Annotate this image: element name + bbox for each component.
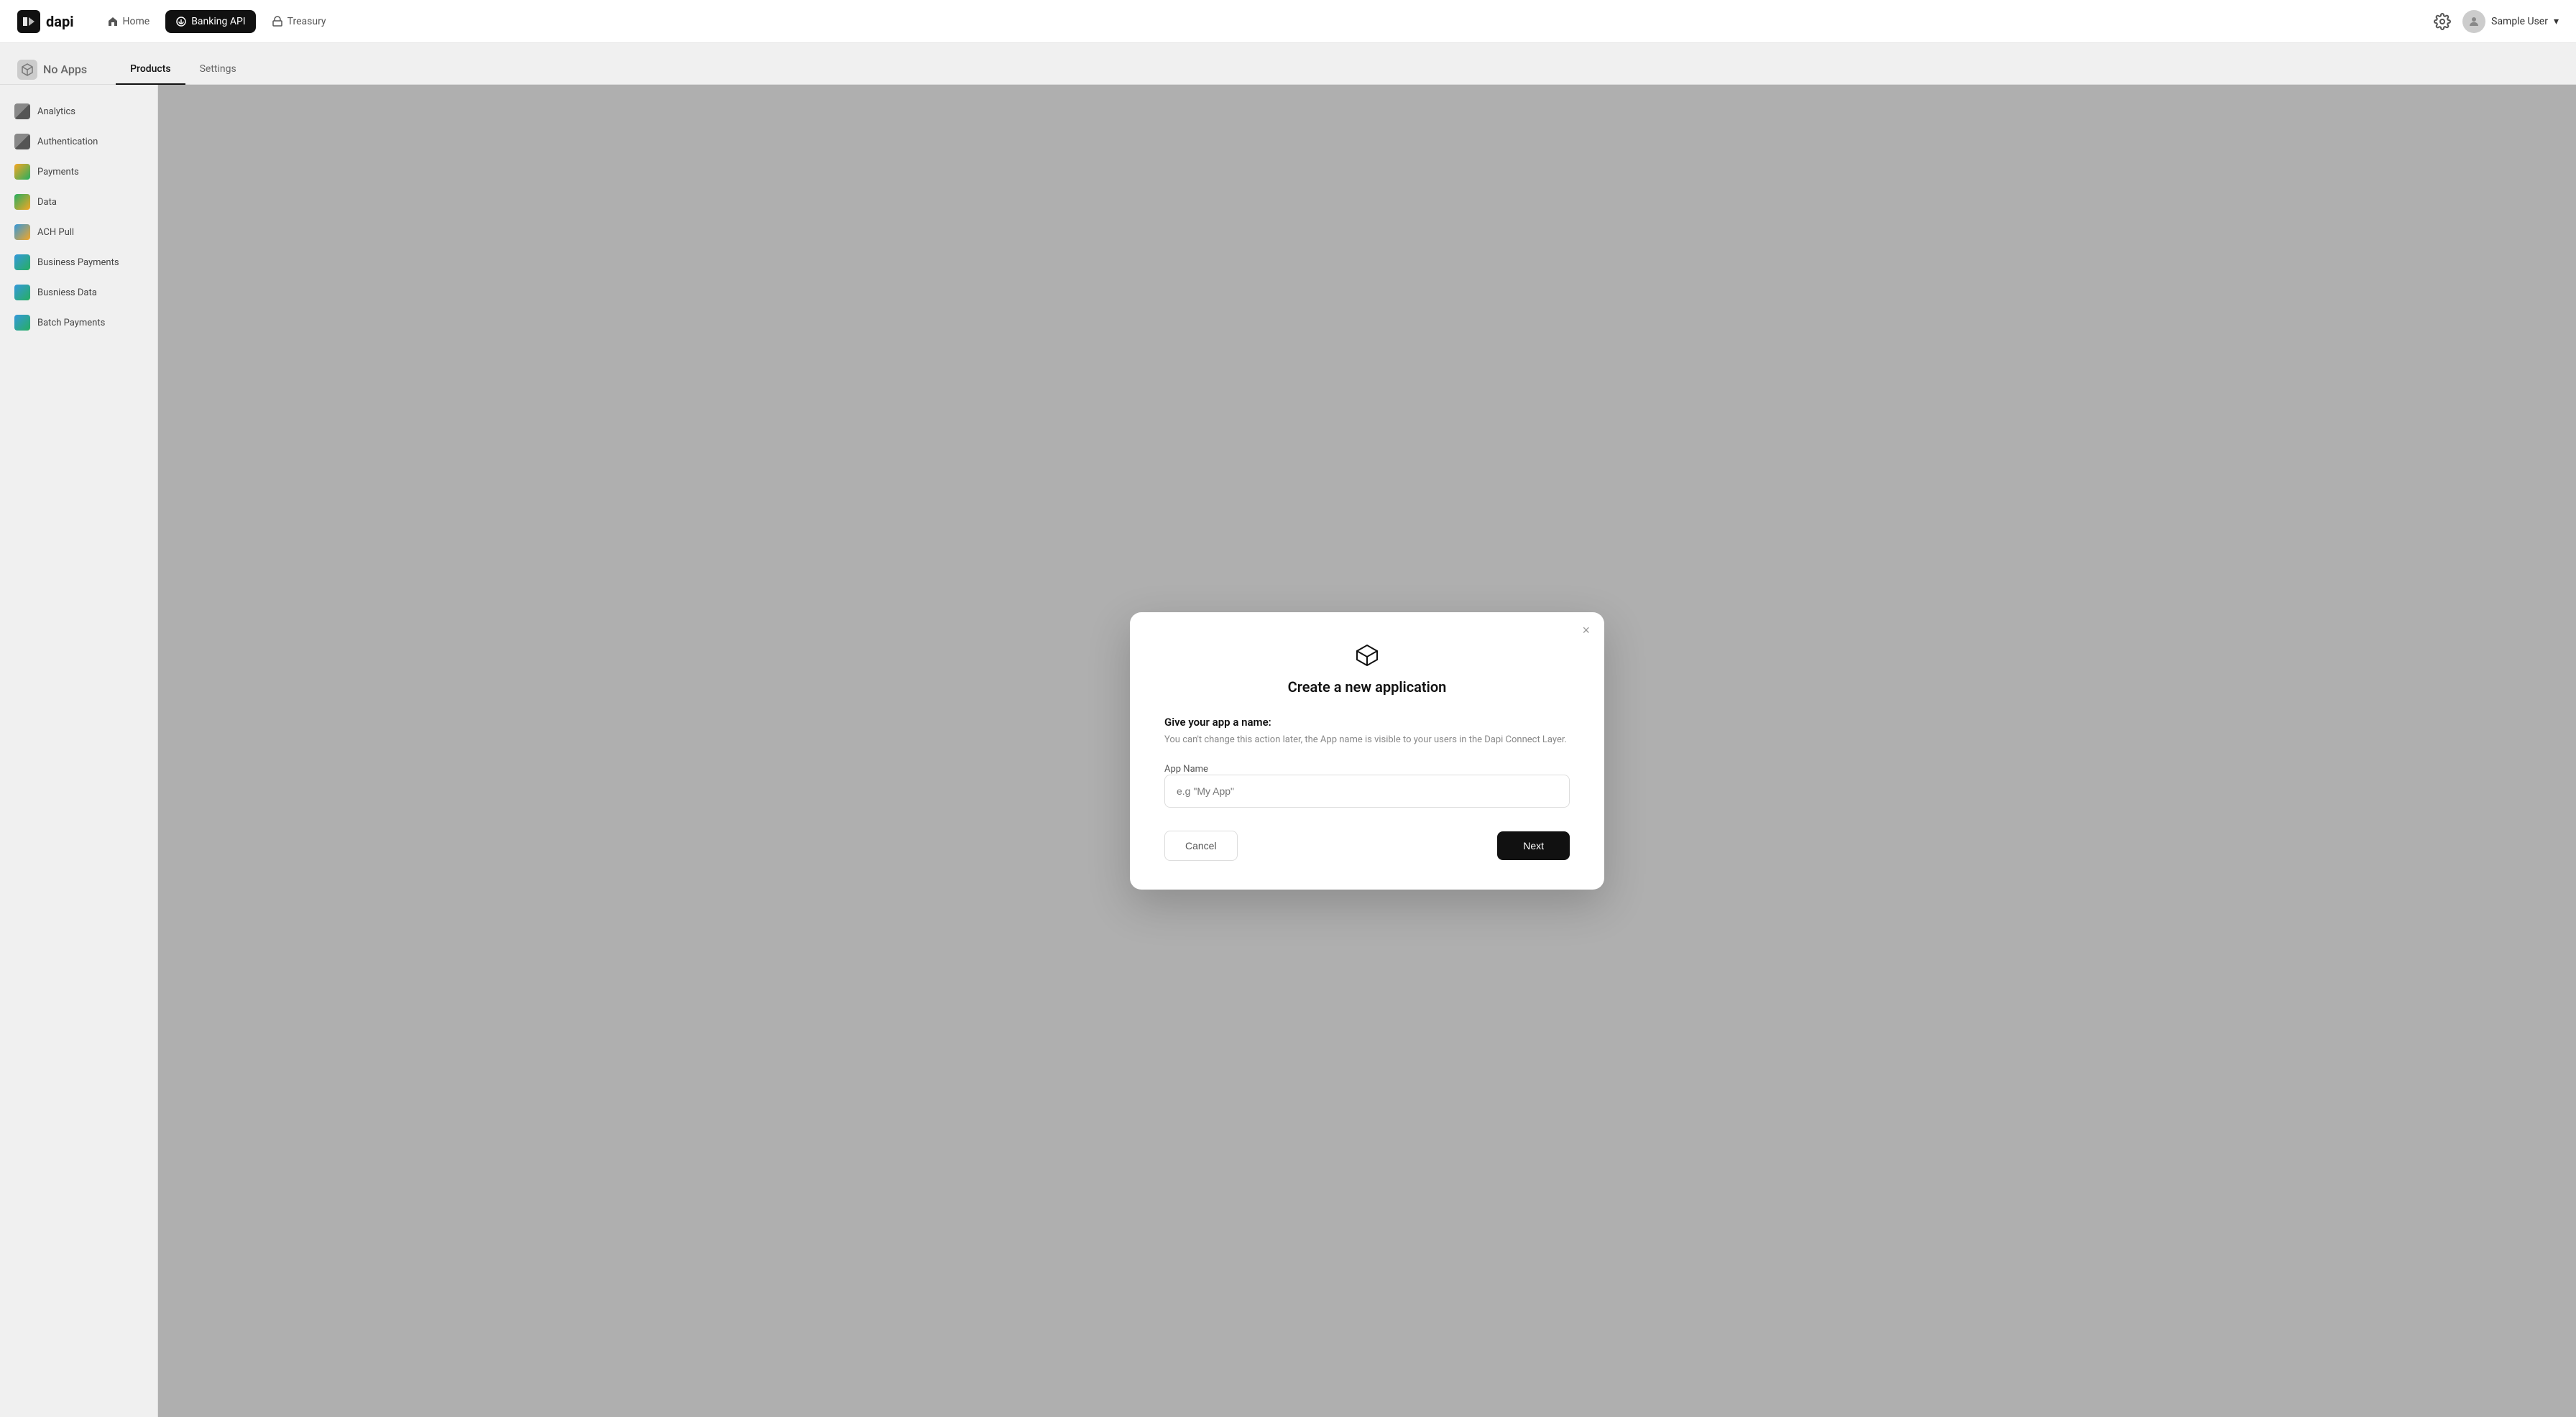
treasury-icon: [272, 16, 283, 27]
next-button[interactable]: Next: [1497, 831, 1570, 860]
header-right: Sample User ▾: [2434, 10, 2559, 33]
sidebar-item-business-data[interactable]: Busniess Data: [0, 277, 157, 308]
data-icon: [14, 194, 30, 210]
logo-text: dapi: [46, 13, 74, 30]
nav-treasury[interactable]: Treasury: [262, 10, 336, 33]
sidebar-item-analytics[interactable]: Analytics: [0, 96, 157, 126]
sidebar-item-label: Busniess Data: [37, 287, 97, 298]
modal-overlay: × Create a new application Give your app…: [158, 85, 2576, 1417]
sidebar: Analytics Authentication Payments Data A…: [0, 85, 158, 1417]
payments-icon: [14, 164, 30, 180]
nav-home[interactable]: Home: [97, 10, 160, 33]
banking-icon: [175, 16, 187, 27]
sidebar-item-label: Payments: [37, 167, 79, 177]
user-menu[interactable]: Sample User ▾: [2462, 10, 2559, 33]
sidebar-item-ach-pull[interactable]: ACH Pull: [0, 217, 157, 247]
app-name: No Apps: [43, 63, 87, 76]
user-name: Sample User: [2491, 16, 2548, 27]
cube-icon: [1353, 641, 1381, 670]
chevron-down-icon: ▾: [2554, 16, 2559, 27]
modal-actions: Cancel Next: [1164, 831, 1570, 861]
sidebar-item-data[interactable]: Data: [0, 187, 157, 217]
avatar-icon: [2467, 15, 2480, 28]
user-avatar: [2462, 10, 2485, 33]
modal-icon: [1164, 641, 1570, 670]
app-name-label: App Name: [1164, 764, 1208, 775]
home-icon: [107, 16, 119, 27]
modal-close-button[interactable]: ×: [1582, 624, 1590, 637]
sidebar-item-payments[interactable]: Payments: [0, 157, 157, 187]
main-nav: Home Banking API Treasury: [97, 10, 2434, 33]
create-app-modal: × Create a new application Give your app…: [1130, 612, 1604, 890]
sidebar-item-authentication[interactable]: Authentication: [0, 126, 157, 157]
layout: Analytics Authentication Payments Data A…: [0, 85, 2576, 1417]
logo: dapi: [17, 10, 74, 33]
app-cube-icon: [17, 60, 37, 80]
tab-settings[interactable]: Settings: [185, 55, 251, 85]
business-data-icon: [14, 285, 30, 300]
sidebar-item-label: Data: [37, 197, 57, 208]
sidebar-item-batch-payments[interactable]: Batch Payments: [0, 308, 157, 338]
sidebar-item-label: ACH Pull: [37, 227, 74, 238]
sidebar-item-label: Analytics: [37, 106, 75, 117]
app-selector: No Apps: [17, 60, 87, 80]
app-name-input[interactable]: [1164, 775, 1570, 808]
auth-icon: [14, 134, 30, 149]
business-payments-icon: [14, 254, 30, 270]
analytics-icon: [14, 103, 30, 119]
header: dapi Home Banking API Treasury: [0, 0, 2576, 43]
tab-products[interactable]: Products: [116, 55, 185, 85]
sidebar-item-business-payments[interactable]: Business Payments: [0, 247, 157, 277]
batch-icon: [14, 315, 30, 331]
sub-header: No Apps Products Settings: [0, 43, 2576, 85]
tabs: Products Settings: [116, 55, 251, 84]
sidebar-item-label: Batch Payments: [37, 318, 105, 328]
modal-heading: Give your app a name:: [1164, 716, 1570, 729]
sidebar-item-label: Authentication: [37, 137, 98, 147]
modal-hint: You can't change this action later, the …: [1164, 733, 1570, 747]
cancel-button[interactable]: Cancel: [1164, 831, 1238, 861]
modal-title: Create a new application: [1164, 678, 1570, 696]
dapi-logo-icon: [17, 10, 40, 33]
main-content: × Create a new application Give your app…: [158, 85, 2576, 1417]
settings-icon[interactable]: [2434, 13, 2451, 30]
ach-icon: [14, 224, 30, 240]
sidebar-item-label: Business Payments: [37, 257, 119, 268]
nav-banking-api[interactable]: Banking API: [165, 10, 255, 33]
